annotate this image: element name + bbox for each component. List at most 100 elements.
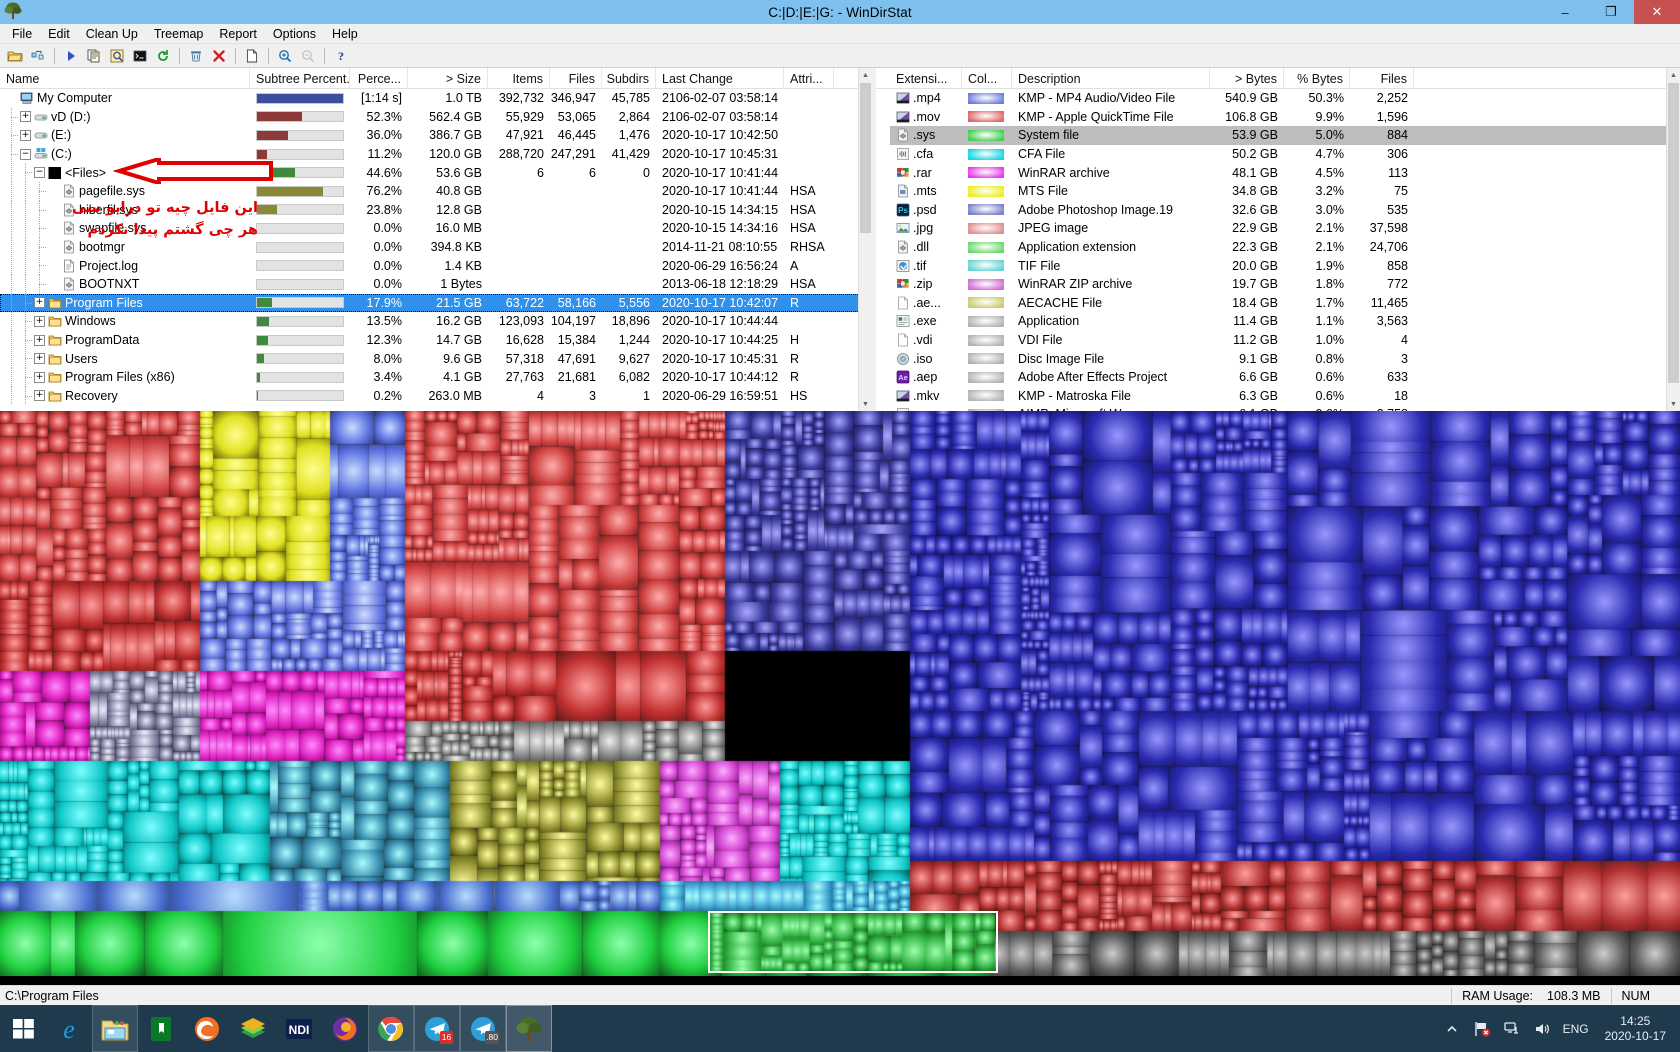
- table-row[interactable]: + (E:) 36.0% 386.7 GB 47,921 46,445 1,476 2020-…: [0, 126, 872, 145]
- internet-explorer-icon[interactable]: e: [46, 1005, 92, 1052]
- table-row[interactable]: .iso Disc Image File 9.1 GB 0.8% 3: [890, 349, 1680, 368]
- delete-icon[interactable]: [208, 45, 230, 67]
- tree-expander[interactable]: +: [34, 297, 45, 309]
- start-icon[interactable]: [0, 1005, 46, 1052]
- dir-col-header[interactable]: Perce...: [350, 68, 408, 89]
- ext-col-header[interactable]: Extensi...: [890, 68, 962, 89]
- telegram-icon[interactable]: .80: [460, 1005, 506, 1052]
- table-row[interactable]: .mov KMP - Apple QuickTime File 106.8 GB 9.…: [890, 108, 1680, 127]
- chrome-icon[interactable]: [368, 1005, 414, 1052]
- table-row[interactable]: + Windows 13.5% 16.2 GB 123,093 104,197 18,896…: [0, 312, 872, 331]
- scroll-up-arrow[interactable]: ▲: [1667, 68, 1680, 82]
- tree-expander[interactable]: +: [34, 334, 45, 346]
- dir-col-header[interactable]: Items: [488, 68, 550, 89]
- store-icon[interactable]: [138, 1005, 184, 1052]
- table-row[interactable]: .cfa CFA File 50.2 GB 4.7% 306: [890, 145, 1680, 164]
- dir-col-header[interactable]: Last Change: [656, 68, 784, 89]
- table-row[interactable]: − <Files> 44.6% 53.6 GB 6 6 0 2020-10-17 10:41:…: [0, 163, 872, 182]
- scroll-thumb[interactable]: [1668, 83, 1679, 383]
- network-icon[interactable]: [1503, 1020, 1521, 1038]
- menu-file[interactable]: File: [4, 25, 40, 43]
- ext-col-header[interactable]: % Bytes: [1284, 68, 1350, 89]
- telegram-icon[interactable]: 16: [414, 1005, 460, 1052]
- scroll-up-arrow[interactable]: ▲: [859, 68, 872, 82]
- table-row[interactable]: BOOTNXT 0.0% 1 Bytes 2013-06-18 12:18:29 HSA: [0, 274, 872, 294]
- table-row[interactable]: .zip WinRAR ZIP archive 19.7 GB 1.8% 772: [890, 275, 1680, 294]
- table-row[interactable]: + vD (D:) 52.3% 562.4 GB 55,929 53,065 2,864 21…: [0, 107, 872, 127]
- table-row[interactable]: .tif TIF File 20.0 GB 1.9% 858: [890, 256, 1680, 275]
- recycle-bin-icon[interactable]: [185, 45, 207, 67]
- copy-icon[interactable]: [83, 45, 105, 67]
- tree-expander[interactable]: −: [34, 167, 45, 179]
- command-prompt-icon[interactable]: [129, 45, 151, 67]
- extension-list-scrollbar[interactable]: ▲ ▼: [1666, 68, 1680, 411]
- action-center-flag-icon[interactable]: [1473, 1020, 1491, 1038]
- table-row[interactable]: My Computer [1:14 s] 1.0 TB 392,732 346,947 4…: [0, 89, 872, 108]
- table-row[interactable]: .rar WinRAR archive 48.1 GB 4.5% 113: [890, 163, 1680, 182]
- ext-col-header[interactable]: Col...: [962, 68, 1012, 89]
- explorer-icon[interactable]: [106, 45, 128, 67]
- table-row[interactable]: .jpg JPEG image 22.9 GB 2.1% 37,598: [890, 219, 1680, 238]
- table-row[interactable]: pagefile.sys 76.2% 40.8 GB 2020-10-17 10:41…: [0, 181, 872, 201]
- tree-expander[interactable]: +: [34, 315, 45, 327]
- tree-expander[interactable]: +: [34, 371, 45, 383]
- tree-expander[interactable]: +: [34, 390, 45, 402]
- table-row[interactable]: .mkv KMP - Matroska File 6.3 GB 0.6% 18: [890, 387, 1680, 406]
- ext-col-header[interactable]: Description: [1012, 68, 1210, 89]
- table-row[interactable]: .vdi VDI File 11.2 GB 1.0% 4: [890, 331, 1680, 350]
- menu-edit[interactable]: Edit: [40, 25, 78, 43]
- show-hidden-icons-icon[interactable]: [1443, 1020, 1461, 1038]
- menu-clean-up[interactable]: Clean Up: [78, 25, 146, 43]
- dir-col-header[interactable]: Name: [0, 68, 250, 89]
- tree-expander[interactable]: −: [20, 148, 31, 160]
- table-row[interactable]: Ps .psd Adobe Photoshop Image.19 32.6 GB 3.0…: [890, 201, 1680, 220]
- dir-col-header[interactable]: Attri...: [784, 68, 834, 89]
- tree-expander[interactable]: +: [20, 111, 31, 123]
- zoom-in-icon[interactable]: [274, 45, 296, 67]
- edge-icon[interactable]: [184, 1005, 230, 1052]
- menu-treemap[interactable]: Treemap: [146, 25, 212, 43]
- table-row[interactable]: .mts MTS File 34.8 GB 3.2% 75: [890, 182, 1680, 201]
- table-row[interactable]: .ae... AECACHE File 18.4 GB 1.7% 11,465: [890, 294, 1680, 313]
- table-row[interactable]: + ProgramData 12.3% 14.7 GB 16,628 15,384 1,24…: [0, 330, 872, 350]
- firefox-icon[interactable]: [322, 1005, 368, 1052]
- table-row[interactable]: + Users 8.0% 9.6 GB 57,318 47,691 9,627 2020-10…: [0, 349, 872, 368]
- refresh-selected-icon[interactable]: [152, 45, 174, 67]
- dir-col-header[interactable]: > Size: [408, 68, 488, 89]
- table-row[interactable]: hiberfil.sys 23.8% 12.8 GB 2020-10-15 14:34…: [0, 200, 872, 220]
- zoom-out-icon[interactable]: [297, 45, 319, 67]
- windirstat-icon[interactable]: [506, 1005, 552, 1052]
- table-row[interactable]: bootmgr 0.0% 394.8 KB 2014-11-21 08:10:55 RH…: [0, 237, 872, 257]
- table-row[interactable]: + Recovery 0.2% 263.0 MB 4 3 1 2020-06-29 16:59…: [0, 386, 872, 406]
- menu-options[interactable]: Options: [265, 25, 324, 43]
- table-row[interactable]: Ae .aep Adobe After Effects Project 6.6 GB 0…: [890, 368, 1680, 387]
- scroll-thumb[interactable]: [860, 83, 871, 233]
- refresh-all-icon[interactable]: [27, 45, 49, 67]
- ext-col-header[interactable]: Files: [1350, 68, 1414, 89]
- table-row[interactable]: .mp4 KMP - MP4 Audio/Video File 540.9 GB 50…: [890, 89, 1680, 108]
- table-row[interactable]: .sys System file 53.9 GB 5.0% 884: [890, 126, 1680, 145]
- table-row[interactable]: + Program Files 17.9% 21.5 GB 63,722 58,166 5,…: [0, 293, 872, 313]
- ext-col-header[interactable]: > Bytes: [1210, 68, 1284, 89]
- dir-col-header[interactable]: Subtree Percent...: [250, 68, 350, 89]
- properties-icon[interactable]: [241, 45, 263, 67]
- menu-report[interactable]: Report: [211, 25, 265, 43]
- file-explorer-icon[interactable]: [92, 1005, 138, 1052]
- dir-col-header[interactable]: Subdirs: [602, 68, 656, 89]
- table-row[interactable]: swapfile.sys 0.0% 16.0 MB 2020-10-15 14:34:…: [0, 219, 872, 238]
- table-row[interactable]: + Program Files (x86) 3.4% 4.1 GB 27,763 21,6…: [0, 367, 872, 387]
- language-indicator[interactable]: ENG: [1563, 1022, 1589, 1036]
- table-row[interactable]: .exe Application 11.4 GB 1.1% 3,563: [890, 312, 1680, 331]
- scroll-down-arrow[interactable]: ▼: [859, 397, 872, 411]
- directory-list-scrollbar[interactable]: ▲ ▼: [858, 68, 872, 411]
- table-row[interactable]: − (C:) 11.2% 120.0 GB 288,720 247,291 41,429 20…: [0, 144, 872, 164]
- menu-help[interactable]: Help: [324, 25, 366, 43]
- table-row[interactable]: Project.log 0.0% 1.4 KB 2020-06-29 16:56:24…: [0, 256, 872, 275]
- help-icon[interactable]: ?: [330, 45, 352, 67]
- scroll-down-arrow[interactable]: ▼: [1667, 397, 1680, 411]
- dir-col-header[interactable]: Files: [550, 68, 602, 89]
- tree-expander[interactable]: +: [34, 353, 45, 365]
- tree-expander[interactable]: +: [20, 129, 31, 141]
- books-icon[interactable]: [230, 1005, 276, 1052]
- volume-icon[interactable]: [1533, 1020, 1551, 1038]
